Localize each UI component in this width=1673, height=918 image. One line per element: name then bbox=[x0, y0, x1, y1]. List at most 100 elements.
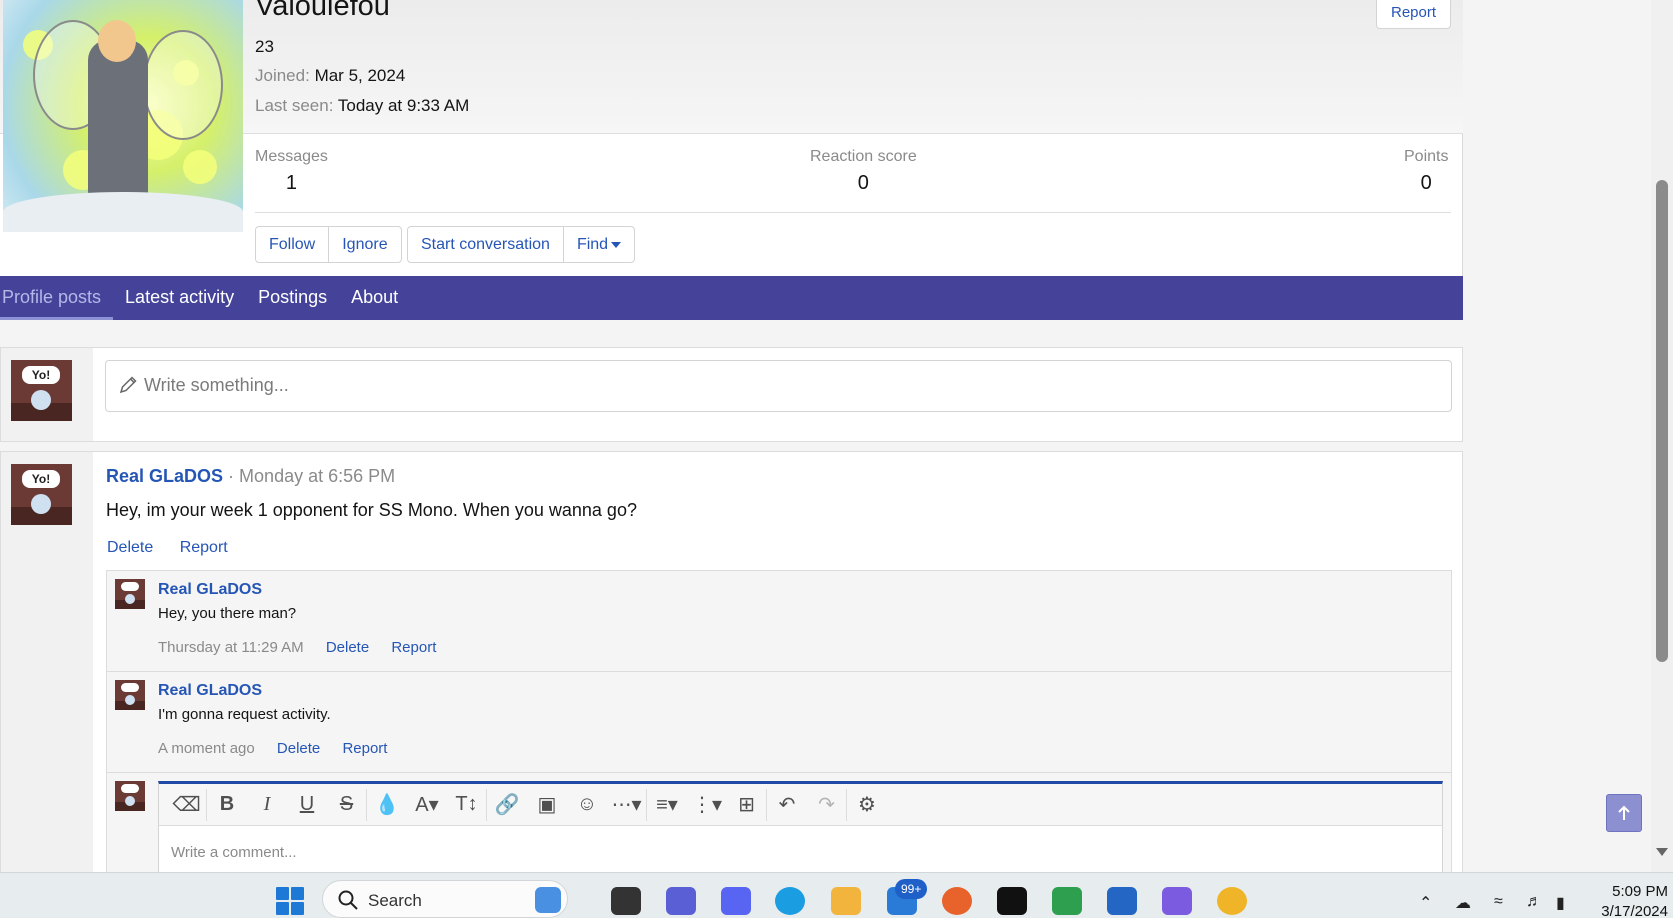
profile-post-composer: Yo! Write something... bbox=[0, 347, 1463, 442]
post-timestamp[interactable]: Monday at 6:56 PM bbox=[239, 466, 395, 486]
stat-points[interactable]: Points 0 bbox=[1404, 148, 1448, 195]
bold-icon[interactable]: B bbox=[207, 789, 247, 821]
delete-post-link[interactable]: Delete bbox=[107, 539, 153, 556]
report-comment-link[interactable]: Report bbox=[342, 740, 387, 757]
redo-icon[interactable]: ↷ bbox=[807, 788, 847, 821]
font-family-icon[interactable]: A▾ bbox=[407, 789, 447, 821]
wifi-icon[interactable]: ≈ bbox=[1494, 893, 1503, 911]
copilot-icon[interactable] bbox=[1162, 887, 1192, 915]
search-icon bbox=[338, 890, 358, 910]
post-author-link[interactable]: Real GLaDOS bbox=[106, 466, 223, 486]
report-post-link[interactable]: Report bbox=[180, 539, 228, 556]
table-icon[interactable]: ⊞ bbox=[727, 788, 767, 821]
avatar[interactable]: Yo! bbox=[11, 360, 72, 421]
eraser-icon[interactable]: ⌫ bbox=[167, 788, 207, 821]
arrow-up-icon bbox=[1618, 805, 1630, 820]
back-to-top-button[interactable] bbox=[1606, 794, 1642, 832]
store-icon[interactable] bbox=[1107, 887, 1137, 915]
comment-item: Real GLaDOS I'm gonna request activity. … bbox=[107, 672, 1451, 773]
volume-icon[interactable]: ♬ bbox=[1526, 893, 1542, 911]
tab-postings[interactable]: Postings bbox=[246, 276, 339, 320]
profile-post: Yo! Real GLaDOS · Monday at 6:56 PM Hey,… bbox=[0, 451, 1463, 872]
chevron-up-icon[interactable]: ⌃ bbox=[1419, 893, 1432, 913]
search-highlight-icon bbox=[535, 887, 561, 913]
avatar[interactable] bbox=[115, 781, 145, 811]
comment-input[interactable]: Write a comment... bbox=[171, 844, 297, 861]
chevron-down-icon bbox=[611, 241, 622, 248]
avatar-bubble-text: Yo! bbox=[22, 366, 60, 384]
page-content: Valoulefou 23 Joined: Mar 5, 2024 Last s… bbox=[0, 0, 1463, 872]
ignore-button[interactable]: Ignore bbox=[329, 227, 400, 262]
report-profile-button[interactable]: Report bbox=[1376, 0, 1451, 29]
avatar-bubble-text: Yo! bbox=[22, 470, 60, 488]
link-icon[interactable]: 🔗 bbox=[487, 789, 527, 821]
comment-text: I'm gonna request activity. bbox=[158, 706, 331, 723]
terminal-app-icon[interactable] bbox=[997, 887, 1027, 915]
scroll-down-arrow-icon[interactable] bbox=[1656, 848, 1668, 856]
report-comment-link[interactable]: Report bbox=[391, 639, 436, 656]
find-label: Find bbox=[576, 236, 609, 253]
stat-value: 1 bbox=[285, 172, 298, 194]
font-size-icon[interactable]: T↕ bbox=[447, 788, 487, 821]
editor-toolbar: ⌫ B I U S 💧 A▾ T↕ 🔗 ▣ ☺ ⋯▾ ≡▾ ⋮▾ ⊞ ↶ ↷ ⚙ bbox=[159, 784, 1442, 826]
comment-item: Real GLaDOS Hey, you there man? Thursday… bbox=[107, 571, 1451, 672]
strikethrough-icon[interactable]: S bbox=[327, 788, 367, 821]
italic-icon[interactable]: I bbox=[247, 789, 287, 821]
stat-messages[interactable]: Messages 1 bbox=[255, 148, 328, 195]
more-icon[interactable]: ⋯▾ bbox=[607, 788, 647, 821]
solitaire-icon[interactable] bbox=[1052, 887, 1082, 915]
edge-icon[interactable] bbox=[775, 887, 805, 915]
comment-timestamp[interactable]: Thursday at 11:29 AM bbox=[158, 639, 304, 656]
tab-latest-activity[interactable]: Latest activity bbox=[113, 276, 246, 320]
scrollbar-thumb[interactable] bbox=[1656, 180, 1668, 662]
comment-author-link[interactable]: Real GLaDOS bbox=[158, 581, 262, 599]
firefox-icon[interactable] bbox=[942, 887, 972, 915]
post-body: Hey, im your week 1 opponent for SS Mono… bbox=[106, 500, 637, 520]
underline-icon[interactable]: U bbox=[287, 789, 327, 821]
stat-label: Reaction score bbox=[810, 148, 917, 165]
write-something-input[interactable]: Write something... bbox=[105, 360, 1452, 412]
image-icon[interactable]: ▣ bbox=[527, 789, 567, 821]
settings-icon[interactable]: ⚙ bbox=[847, 789, 887, 821]
vpn-icon[interactable] bbox=[1217, 887, 1247, 915]
profile-avatar[interactable] bbox=[3, 0, 243, 232]
emoji-icon[interactable]: ☺ bbox=[567, 789, 607, 821]
windows-taskbar: Search 99+ ⌃ ☁ ≈ ♬ ▮ 5:09 PM 3/17/2024 bbox=[0, 872, 1673, 918]
comment-editor: ⌫ B I U S 💧 A▾ T↕ 🔗 ▣ ☺ ⋯▾ ≡▾ ⋮▾ ⊞ ↶ ↷ ⚙… bbox=[158, 781, 1443, 872]
stat-reaction-score[interactable]: Reaction score 0 bbox=[810, 148, 917, 195]
battery-icon[interactable]: ▮ bbox=[1556, 893, 1565, 913]
avatar[interactable]: Yo! bbox=[11, 464, 72, 525]
teams-icon[interactable] bbox=[666, 887, 696, 915]
joined-value: Mar 5, 2024 bbox=[314, 66, 406, 85]
discord-icon[interactable] bbox=[721, 887, 751, 915]
file-explorer-icon[interactable] bbox=[831, 887, 861, 915]
undo-icon[interactable]: ↶ bbox=[767, 789, 807, 821]
start-conversation-button[interactable]: Start conversation bbox=[408, 227, 564, 262]
profile-tabs: Profile posts Latest activity Postings A… bbox=[0, 276, 1463, 320]
comment-author-link[interactable]: Real GLaDOS bbox=[158, 682, 262, 700]
taskbar-date[interactable]: 3/17/2024 bbox=[1590, 903, 1668, 918]
find-button[interactable]: Find bbox=[564, 227, 634, 262]
taskbar-clock[interactable]: 5:09 PM bbox=[1598, 883, 1668, 900]
list-icon[interactable]: ⋮▾ bbox=[687, 789, 727, 821]
avatar[interactable] bbox=[115, 680, 145, 710]
last-seen-value: Today at 9:33 AM bbox=[337, 96, 470, 115]
post-separator: · bbox=[223, 466, 240, 486]
tab-profile-posts[interactable]: Profile posts bbox=[0, 276, 114, 320]
delete-comment-link[interactable]: Delete bbox=[277, 740, 320, 757]
align-icon[interactable]: ≡▾ bbox=[647, 789, 687, 821]
windows-start-icon[interactable] bbox=[276, 887, 304, 915]
cloud-icon[interactable]: ☁ bbox=[1455, 893, 1471, 913]
avatar[interactable] bbox=[115, 579, 145, 609]
tab-about[interactable]: About bbox=[339, 276, 410, 320]
color-icon[interactable]: 💧 bbox=[367, 789, 407, 821]
joined-label: Joined: bbox=[255, 66, 310, 85]
profile-joined: Joined: Mar 5, 2024 bbox=[255, 66, 405, 86]
comment-timestamp[interactable]: A moment ago bbox=[158, 740, 255, 757]
taskbar-search[interactable]: Search bbox=[322, 880, 568, 918]
browser-viewport: Valoulefou 23 Joined: Mar 5, 2024 Last s… bbox=[0, 0, 1673, 872]
delete-comment-link[interactable]: Delete bbox=[326, 639, 369, 656]
task-view-icon[interactable] bbox=[611, 887, 641, 915]
profile-card: Valoulefou 23 Joined: Mar 5, 2024 Last s… bbox=[0, 0, 1463, 276]
follow-button[interactable]: Follow bbox=[256, 227, 330, 262]
